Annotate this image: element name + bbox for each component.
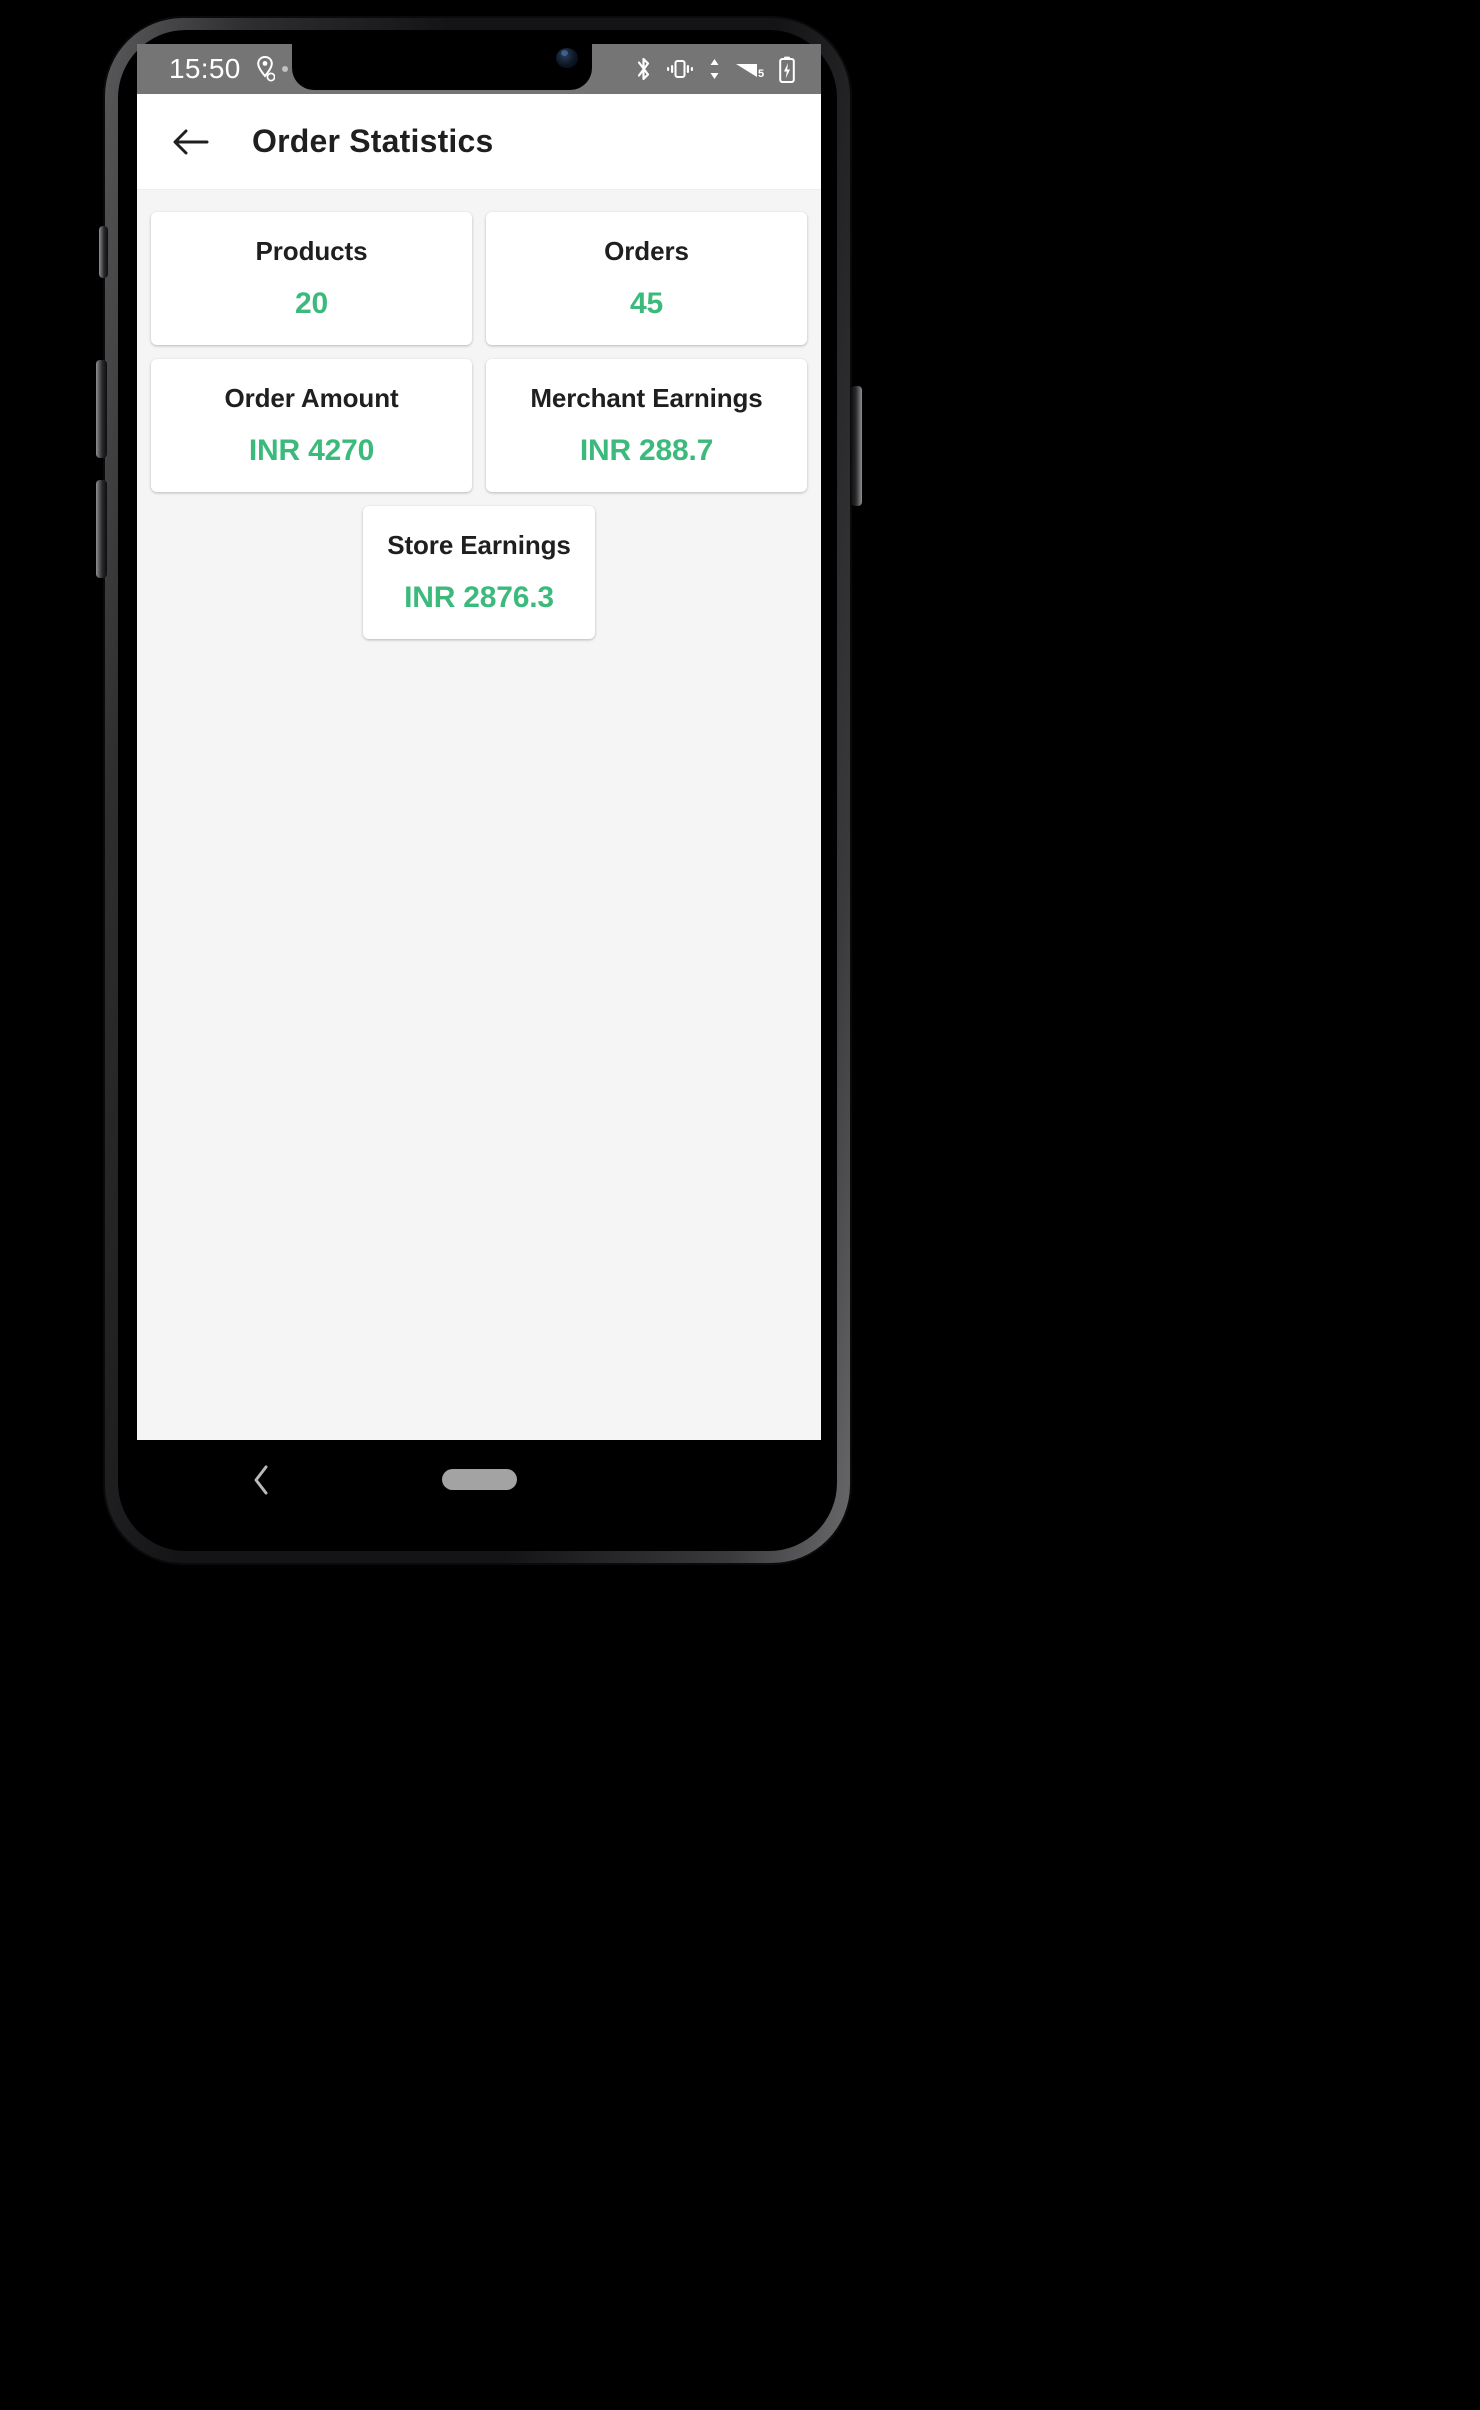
chevron-left-icon (254, 1465, 268, 1495)
power-button[interactable] (851, 386, 862, 506)
stats-row-2: Order Amount INR 4270 Merchant Earnings … (144, 352, 814, 499)
svg-text:5: 5 (758, 68, 764, 80)
stat-card-label: Store Earnings (387, 530, 571, 561)
stat-card-value: 20 (295, 286, 328, 320)
phone-screen: 15:50 5 Order Statistics Products 20 Ord… (137, 44, 821, 1440)
stat-card-label: Orders (604, 236, 689, 267)
stat-card-products[interactable]: Products 20 (151, 212, 472, 345)
status-right-icons: 5 (635, 56, 795, 83)
battery-charging-icon (779, 56, 795, 83)
volume-up-button[interactable] (96, 360, 107, 458)
stat-card-value: INR 288.7 (579, 433, 714, 467)
stat-card-merchant-earnings[interactable]: Merchant Earnings INR 288.7 (486, 359, 807, 492)
status-left-icons (255, 56, 289, 82)
stat-card-label: Order Amount (224, 383, 399, 414)
stat-card-value: INR 4270 (248, 433, 375, 467)
location-icon (256, 56, 275, 82)
stats-row-3: Store Earnings INR 2876.3 (144, 506, 814, 639)
bluetooth-icon (637, 57, 650, 81)
stats-row-1: Products 20 Orders 45 (144, 205, 814, 352)
volume-down-button[interactable] (96, 480, 107, 578)
stats-content: Products 20 Orders 45 Order Amount INR 4… (137, 191, 821, 1440)
stat-card-label: Merchant Earnings (530, 383, 763, 414)
data-transfer-icon (710, 59, 719, 79)
stat-card-label: Products (255, 236, 368, 267)
vibrate-icon (667, 60, 693, 78)
phone-notch (292, 44, 592, 90)
camera-glint (561, 50, 568, 56)
wifi-icon: 5 (736, 64, 764, 80)
status-clock: 15:50 (169, 53, 241, 84)
stat-card-orders[interactable]: Orders 45 (486, 212, 807, 345)
nav-home-button[interactable] (442, 1469, 517, 1490)
stat-card-value: 45 (630, 286, 663, 320)
android-nav-bar (137, 1440, 821, 1520)
nav-back-button[interactable] (242, 1460, 282, 1500)
mute-switch-button[interactable] (99, 226, 108, 278)
stat-card-order-amount[interactable]: Order Amount INR 4270 (151, 359, 472, 492)
arrow-left-icon (173, 129, 209, 154)
back-button[interactable] (164, 115, 218, 169)
app-bar: Order Statistics (137, 94, 821, 190)
page-title: Order Statistics (252, 123, 494, 159)
stat-card-store-earnings[interactable]: Store Earnings INR 2876.3 (363, 506, 595, 639)
app-badge-icon (281, 66, 288, 72)
stat-card-value: INR 2876.3 (404, 580, 554, 614)
